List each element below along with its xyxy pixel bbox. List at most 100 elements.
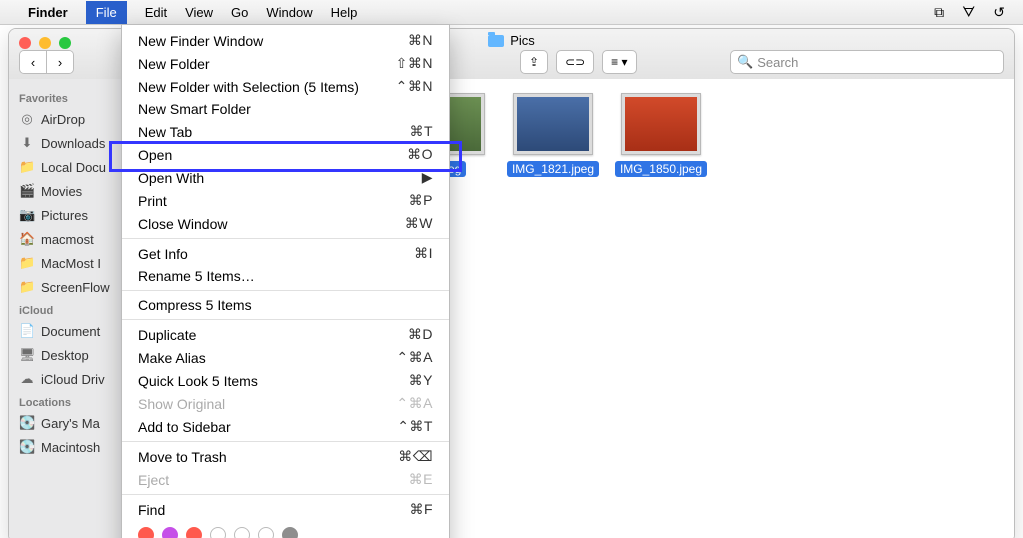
menu-view[interactable]: View — [185, 5, 213, 20]
menu-item-close-window[interactable]: Close Window⌘W — [122, 212, 449, 235]
sidebar-item-airdrop[interactable]: ◎AirDrop — [9, 107, 127, 131]
menu-item-label: New Folder — [138, 56, 210, 72]
sidebar-item-screenflow[interactable]: 📁ScreenFlow — [9, 275, 127, 299]
sidebar-item-macintosh[interactable]: 💽Macintosh — [9, 435, 127, 459]
record-icon[interactable]: ⧉ — [934, 4, 944, 21]
menu-item-label: Move to Trash — [138, 449, 227, 465]
sidebar-head-icloud: iCloud — [9, 299, 127, 319]
sidebar-item-garys[interactable]: 💽 Gary's Ma — [9, 411, 127, 435]
sidebar-head-locations: Locations — [9, 391, 127, 411]
menu-item-open[interactable]: Open⌘O — [122, 143, 449, 166]
menu-edit[interactable]: Edit — [145, 5, 167, 20]
menu-item-make-alias[interactable]: Make Alias ⌃⌘A — [122, 346, 449, 369]
menu-go[interactable]: Go — [231, 5, 248, 20]
menu-item-duplicate[interactable]: Duplicate⌘D — [122, 323, 449, 346]
back-button[interactable]: ‹ — [20, 51, 46, 73]
menu-item-compress-5-items[interactable]: Compress 5 Items — [122, 294, 449, 316]
sidebar-item-movies[interactable]: 🎬 Movies — [9, 179, 127, 203]
menu-item-shortcut: ⌘E — [409, 471, 433, 488]
tag-dot[interactable] — [162, 527, 178, 538]
menu-item-new-smart-folder[interactable]: New Smart Folder — [122, 98, 449, 120]
sidebar-item-downloads[interactable]: ⬇Downloads — [9, 131, 127, 155]
menu-separator — [122, 494, 449, 495]
tag-row — [122, 521, 449, 538]
menu-item-add-to-sidebar[interactable]: Add to Sidebar⌃⌘T — [122, 415, 449, 438]
sidebar-item-pictures[interactable]: 📷Pictures — [9, 203, 127, 227]
menu-item-find[interactable]: Find⌘F — [122, 498, 449, 521]
menu-item-shortcut: ⌘W — [405, 215, 433, 232]
menu-item-open-with[interactable]: Open With▶ — [122, 166, 449, 189]
sidebar-item-label: iCloud Driv — [41, 372, 105, 387]
search-field[interactable]: 🔍 Search — [730, 50, 1004, 74]
menu-file[interactable]: File — [86, 1, 127, 24]
menu-window[interactable]: Window — [266, 5, 312, 20]
sidebar-item-label: Downloads — [41, 136, 105, 151]
menu-item-shortcut: ⌘P — [409, 192, 433, 209]
sidebar-item-label: Desktop — [41, 348, 89, 363]
file-item[interactable]: IMG_1850.jpeg — [619, 93, 703, 177]
sidebar-item-label: AirDrop — [41, 112, 85, 127]
menu-item-label: Quick Look 5 Items — [138, 373, 258, 389]
tag-dot[interactable] — [186, 527, 202, 538]
sidebar-item-iclouddrive[interactable]: ☁ iCloud Driv — [9, 367, 127, 391]
sidebar-item-label: Local Docu — [41, 160, 106, 175]
tag-button[interactable]: ⊂⊃ — [556, 50, 594, 74]
sidebar-item-label: Movies — [41, 184, 82, 199]
menu-item-new-folder-with-selection-5-items-[interactable]: New Folder with Selection (5 Items) ⌃⌘N — [122, 75, 449, 98]
menu-item-new-folder[interactable]: New Folder⇧⌘N — [122, 52, 449, 75]
app-name[interactable]: Finder — [28, 5, 68, 20]
menu-item-label: New Tab — [138, 124, 192, 140]
tag-dot[interactable] — [234, 527, 250, 538]
menu-item-print[interactable]: Print⌘P — [122, 189, 449, 212]
disk-icon: 💽 — [19, 415, 35, 431]
sidebar-item-localdocs[interactable]: 📁 Local Docu — [9, 155, 127, 179]
menu-item-shortcut: ⌘F — [409, 501, 433, 518]
sidebar-item-label: Gary's Ma — [41, 416, 100, 431]
sidebar-item-label: MacMost I — [41, 256, 101, 271]
menu-separator — [122, 441, 449, 442]
menu-item-label: Get Info — [138, 246, 188, 262]
menu-item-rename-5-items-[interactable]: Rename 5 Items… — [122, 265, 449, 287]
menu-item-shortcut: ⌃⌘N — [396, 78, 433, 95]
movies-icon: 🎬 — [19, 183, 35, 199]
file-item[interactable]: IMG_1821.jpeg — [511, 93, 595, 177]
folder-icon: 📁 — [19, 159, 35, 175]
action-button[interactable]: ≡ ▾ — [602, 50, 636, 74]
nav-buttons: ‹ › — [19, 50, 74, 74]
menu-item-quick-look-5-items[interactable]: Quick Look 5 Items⌘Y — [122, 369, 449, 392]
search-placeholder: Search — [757, 55, 798, 70]
sidebar-item-macmost[interactable]: 🏠macmost — [9, 227, 127, 251]
share-button[interactable]: ⇪ — [520, 50, 548, 74]
menu-item-new-finder-window[interactable]: New Finder Window⌘N — [122, 29, 449, 52]
menu-item-shortcut: ⌘T — [409, 123, 433, 140]
file-label: IMG_1850.jpeg — [615, 161, 707, 177]
sidebar-item-documents[interactable]: 📄Document — [9, 319, 127, 343]
cloud-icon: ☁ — [19, 371, 35, 387]
menu-item-label: Compress 5 Items — [138, 297, 252, 313]
tag-dot[interactable] — [210, 527, 226, 538]
menu-item-move-to-trash[interactable]: Move to Trash⌘⌫ — [122, 445, 449, 468]
thumbnail-frame — [513, 93, 593, 155]
thumbnail-frame — [621, 93, 701, 155]
menu-item-label: New Folder with Selection (5 Items) — [138, 79, 359, 95]
menu-item-label: Make Alias — [138, 350, 206, 366]
menu-item-label: Open With — [138, 170, 204, 186]
sidebar-item-macmost2[interactable]: 📁 MacMost I — [9, 251, 127, 275]
file-label: IMG_1821.jpeg — [507, 161, 599, 177]
tag-dot[interactable] — [138, 527, 154, 538]
menu-item-shortcut: ⌃⌘A — [396, 395, 433, 412]
sidebar-item-desktop[interactable]: 🖥Desktop — [9, 343, 127, 367]
forward-button[interactable]: › — [46, 51, 73, 73]
folder-icon: 📁 — [19, 255, 35, 271]
flame-icon[interactable]: ᗊ — [962, 4, 975, 21]
tag-dot[interactable] — [258, 527, 274, 538]
menu-item-new-tab[interactable]: New Tab ⌘T — [122, 120, 449, 143]
menu-item-get-info[interactable]: Get Info⌘I — [122, 242, 449, 265]
tag-dot[interactable] — [282, 527, 298, 538]
menu-item-label: Rename 5 Items… — [138, 268, 255, 284]
menu-item-label: Duplicate — [138, 327, 196, 343]
clock-icon[interactable]: ↺ — [993, 4, 1005, 21]
menu-item-shortcut: ⌃⌘A — [396, 349, 433, 366]
file-menu-dropdown: New Finder Window⌘NNew Folder⇧⌘NNew Fold… — [121, 24, 450, 538]
menu-help[interactable]: Help — [331, 5, 358, 20]
